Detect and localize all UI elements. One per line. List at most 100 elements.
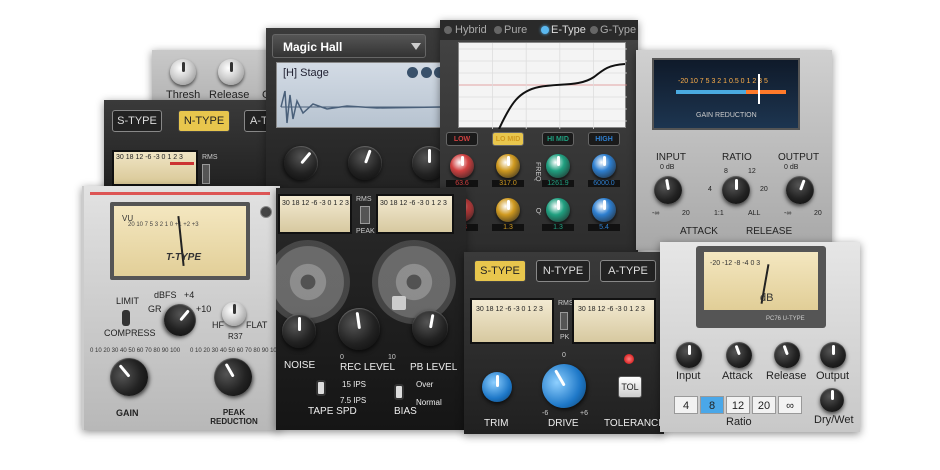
- ttype-hf-knob[interactable]: [222, 302, 246, 326]
- tape-speed-switch[interactable]: [316, 380, 326, 396]
- gr-attack-label: ATTACK: [680, 226, 718, 237]
- sat-drive-label: DRIVE: [548, 418, 579, 429]
- gr-output-label: OUTPUT: [778, 152, 820, 163]
- ntype-rms-label: RMS: [202, 154, 218, 161]
- eq-panel: Hybrid Pure E-Type G-Type 181260-6-12-18…: [440, 20, 638, 260]
- eq-band-freq-knob[interactable]: [450, 154, 474, 178]
- eq-mode-hybrid-radio[interactable]: [444, 26, 452, 34]
- sat-tol-button[interactable]: TOL: [618, 376, 642, 398]
- eq-band-q-value[interactable]: 1.3: [542, 224, 574, 231]
- gr-meter-bar-blue: [676, 90, 746, 94]
- reverb-display-prev-icon[interactable]: [421, 67, 432, 78]
- tape-bias-lo: Normal: [416, 398, 442, 407]
- eq-band-q-knob[interactable]: [546, 198, 570, 222]
- eq-band-freq-knob[interactable]: [546, 154, 570, 178]
- sat-meter-right-scale: 30 18 12 -6 -3 0 1 2 3: [578, 306, 645, 313]
- reverb-display-menu-icon[interactable]: [407, 67, 418, 78]
- lock-icon[interactable]: [392, 296, 406, 310]
- gr-output-max: 20: [814, 210, 822, 217]
- ttype-menu-icon[interactable]: [260, 206, 272, 218]
- eq-graph[interactable]: [458, 42, 627, 130]
- sat-trim-label: TRIM: [484, 418, 509, 429]
- gr-ratio-8: 8: [724, 168, 728, 175]
- ttype-peak-reduction-knob[interactable]: [207, 351, 259, 403]
- gr-meter-scale: -20 10 7 5 3 2 1 0.5 0 1 2 3 5: [678, 78, 768, 85]
- utype-attack-knob[interactable]: [722, 338, 756, 372]
- ttype-gain-knob[interactable]: [102, 350, 156, 404]
- sat-drive-top: 0: [562, 352, 566, 359]
- ttype-gain-label: GAIN: [116, 408, 139, 418]
- eq-band-freq-knob[interactable]: [592, 154, 616, 178]
- utype-ratio-option[interactable]: 8: [700, 396, 724, 414]
- utype-ratio-selector: 4 8 12 20 ∞: [674, 396, 804, 416]
- utype-meter-frame: -20 -12 -8 -4 0 3 dB PC76 U-TYPE: [696, 246, 826, 328]
- sat-meter-left: 30 18 12 -6 -3 0 1 2 3: [470, 298, 554, 344]
- reverb-knob-2[interactable]: [343, 141, 387, 185]
- sat-trim-knob[interactable]: [482, 372, 512, 402]
- eq-band-name[interactable]: HIGH: [588, 132, 620, 146]
- chevron-down-icon[interactable]: [411, 43, 421, 50]
- gr-output-knob[interactable]: [782, 172, 818, 208]
- utype-drywet-label: Dry/Wet: [814, 414, 854, 426]
- eq-band-freq-value[interactable]: 63.6: [446, 180, 478, 187]
- eq-mode-etype-radio[interactable]: [541, 26, 549, 34]
- eq-band-name[interactable]: LOW: [446, 132, 478, 146]
- utype-ratio-label: Ratio: [726, 416, 752, 428]
- sat-a-type-button[interactable]: A-TYPE: [600, 260, 656, 282]
- eq-mode-gtype-radio[interactable]: [590, 26, 598, 34]
- eq-band-name[interactable]: LO MID: [492, 132, 524, 146]
- utype-input-knob[interactable]: [676, 342, 702, 368]
- utype-output-knob[interactable]: [820, 342, 846, 368]
- eq-band-q-knob[interactable]: [592, 198, 616, 222]
- gr-input-knob[interactable]: [651, 173, 685, 207]
- eq-mode-etype-label: E-Type: [551, 24, 586, 36]
- eq-band-q-value[interactable]: 1.3: [492, 224, 524, 231]
- sat-meter-right: 30 18 12 -6 -3 0 1 2 3: [572, 298, 656, 344]
- ntype-rms-switch[interactable]: [202, 164, 210, 184]
- ntype-n-type-button[interactable]: N-TYPE: [178, 110, 230, 132]
- thresh-knob[interactable]: [170, 59, 196, 85]
- sat-rms-pk-switch[interactable]: [560, 312, 568, 330]
- utype-ratio-option[interactable]: 20: [752, 396, 776, 414]
- gr-ratio-knob[interactable]: [722, 176, 750, 204]
- eq-band-freq-value[interactable]: 6000.0: [588, 180, 620, 187]
- eq-band-freq-value[interactable]: 1261.9: [542, 180, 574, 187]
- tape-noise-label: NOISE: [284, 360, 316, 371]
- reverb-preset-bar[interactable]: Magic Hall: [272, 34, 426, 58]
- ntype-s-type-button[interactable]: S-TYPE: [112, 110, 162, 132]
- eq-mode-pure-radio[interactable]: [494, 26, 502, 34]
- gr-meter-needle: [758, 74, 760, 104]
- release-knob[interactable]: [218, 59, 244, 85]
- gr-input-min: -∞: [652, 210, 660, 217]
- ttype-limit-label: LIMIT: [116, 296, 140, 306]
- eq-band-name[interactable]: HI MID: [542, 132, 574, 146]
- tape-bias-switch[interactable]: [394, 384, 404, 400]
- gr-input-db: 0 dB: [660, 164, 675, 171]
- tape-rec-level-knob[interactable]: [335, 305, 383, 353]
- tape-noise-knob[interactable]: [282, 314, 316, 348]
- utype-ratio-option[interactable]: 4: [674, 396, 698, 414]
- sat-drive-knob[interactable]: [533, 355, 595, 417]
- utype-drywet-knob[interactable]: [820, 388, 844, 412]
- utype-release-knob[interactable]: [770, 338, 804, 372]
- eq-band-q-knob[interactable]: [496, 198, 520, 222]
- tape-reel-left: [276, 240, 350, 324]
- eq-band-q-value[interactable]: 5.4: [588, 224, 620, 231]
- gr-input-label: INPUT: [656, 152, 686, 163]
- ttype-compress-label: COMPRESS: [104, 328, 156, 338]
- sat-n-type-button[interactable]: N-TYPE: [536, 260, 590, 282]
- eq-graph-svg: [459, 43, 627, 130]
- tape-bias-label: BIAS: [394, 406, 417, 417]
- utype-ratio-option[interactable]: 12: [726, 396, 750, 414]
- utype-ratio-option[interactable]: ∞: [778, 396, 802, 414]
- tape-peak-label: PEAK: [356, 228, 375, 235]
- tape-rms-peak-switch[interactable]: [360, 206, 370, 224]
- tape-rec-level-label: REC LEVEL: [340, 362, 396, 373]
- eq-band-freq-knob[interactable]: [496, 154, 520, 178]
- ttype-vu-meter: VU 20 10 7 5 3 2 1 0 +1 +2 +3 T-TYPE: [110, 202, 250, 280]
- reverb-knob-1[interactable]: [277, 139, 325, 187]
- ttype-limit-switch[interactable]: [122, 310, 130, 326]
- ttype-brand: T-TYPE: [166, 252, 202, 263]
- eq-band-freq-value[interactable]: 317.0: [492, 180, 524, 187]
- sat-s-type-button[interactable]: S-TYPE: [474, 260, 526, 282]
